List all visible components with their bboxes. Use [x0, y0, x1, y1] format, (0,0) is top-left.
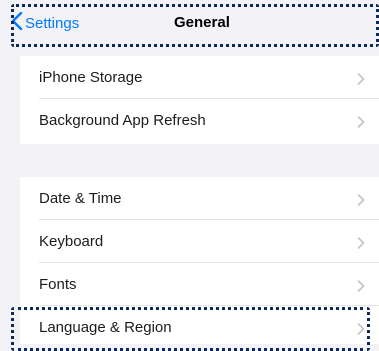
settings-group-storage: iPhone Storage Background App Refresh: [20, 56, 379, 144]
chevron-right-icon: [357, 279, 365, 292]
chevron-right-icon: [357, 72, 365, 85]
row-label: Keyboard: [39, 233, 104, 250]
settings-row-background-app-refresh[interactable]: Background App Refresh: [20, 99, 379, 142]
settings-row-keyboard[interactable]: Keyboard: [20, 220, 379, 263]
focus-highlight: [11, 4, 379, 47]
row-label: iPhone Storage: [39, 69, 143, 86]
focus-highlight: [11, 307, 370, 351]
row-label: Fonts: [39, 276, 77, 293]
settings-row-iphone-storage[interactable]: iPhone Storage: [20, 56, 379, 99]
settings-row-date-time[interactable]: Date & Time: [20, 177, 379, 220]
chevron-right-icon: [357, 115, 365, 128]
navigation-bar: Settings General: [0, 0, 379, 48]
settings-row-fonts[interactable]: Fonts: [20, 263, 379, 306]
chevron-right-icon: [357, 193, 365, 206]
chevron-right-icon: [357, 236, 365, 249]
row-label: Date & Time: [39, 190, 122, 207]
row-label: Background App Refresh: [39, 112, 206, 129]
